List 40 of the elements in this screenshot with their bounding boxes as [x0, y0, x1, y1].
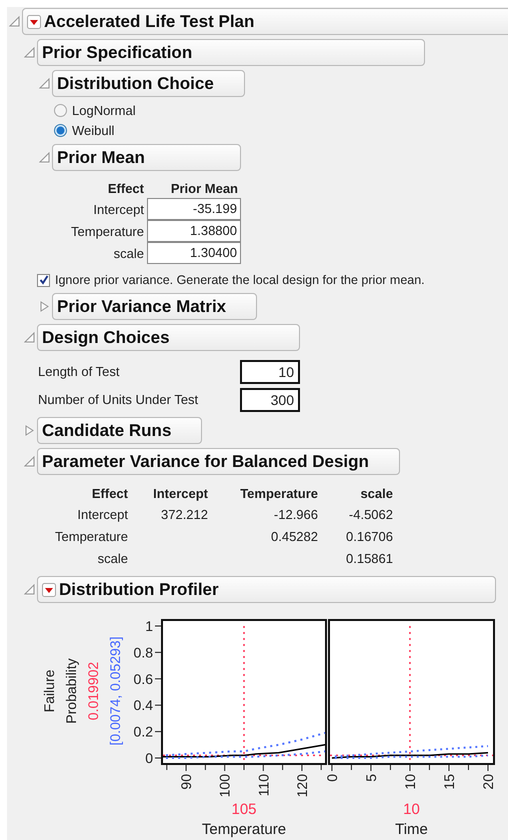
- column-header: Temperature: [239, 485, 319, 503]
- tick-label: 0: [324, 774, 340, 782]
- tick-label: 10: [402, 774, 418, 790]
- column-header: Intercept: [152, 485, 209, 503]
- x-axis-label: Time: [395, 821, 428, 838]
- row-label: scale: [96, 550, 129, 568]
- tick-label: 0.4: [134, 697, 153, 714]
- row-label: scale: [112, 245, 145, 263]
- tick-label: 0.8: [134, 644, 153, 660]
- tick-label: 0: [145, 750, 153, 766]
- tick-label: 120: [294, 774, 310, 798]
- table-cell-text: 0.16706: [345, 528, 394, 546]
- tick-label: 90: [178, 774, 194, 790]
- tick-label: 20: [480, 774, 496, 790]
- field-label: Number of Units Under Test: [38, 391, 200, 409]
- tick-label: 100: [216, 774, 233, 798]
- table-cell-text: 372.212: [160, 506, 209, 524]
- table-cell-text: -12.966: [272, 506, 319, 524]
- tick-label: 110: [255, 774, 272, 796]
- tick-label: 15: [440, 774, 457, 790]
- confidence-interval: [0.0074, 0.05293]: [107, 636, 123, 746]
- row-label: Intercept: [92, 201, 145, 219]
- current-value: 0.019902: [85, 662, 101, 720]
- tick-label: 5: [362, 774, 379, 782]
- tick-label: 0.6: [134, 670, 153, 687]
- table-cell-text: 0.45282: [270, 528, 319, 546]
- column-header: scale: [359, 485, 394, 503]
- y-axis-label: Failure Probability: [41, 658, 79, 724]
- row-label: Temperature: [70, 223, 145, 241]
- column-header: Effect: [106, 180, 145, 198]
- tick-label: 1: [145, 618, 153, 634]
- column-header: Effect: [90, 485, 129, 503]
- row-label: Intercept: [76, 506, 129, 524]
- table-cell-text: -4.5062: [348, 506, 394, 524]
- field-label: Length of Test: [38, 363, 120, 381]
- row-label: Temperature: [54, 528, 129, 546]
- tick-label: 0.2: [134, 724, 153, 740]
- table-cell-text: 0.15861: [345, 550, 394, 568]
- x-axis-label: Temperature: [202, 821, 286, 838]
- column-header: Prior Mean: [170, 180, 239, 198]
